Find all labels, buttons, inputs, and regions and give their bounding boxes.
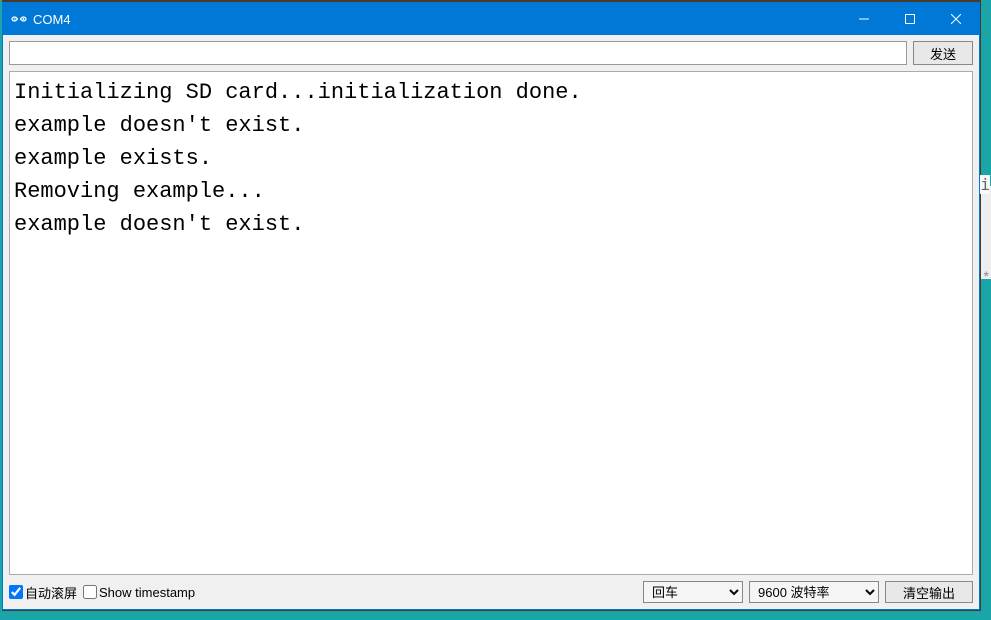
close-button[interactable]	[933, 3, 979, 35]
autoscroll-checkbox[interactable]	[9, 585, 23, 599]
timestamp-checkbox-wrap[interactable]: Show timestamp	[83, 585, 195, 600]
timestamp-label: Show timestamp	[99, 585, 195, 600]
serial-output[interactable]: Initializing SD card...initialization do…	[9, 71, 973, 575]
autoscroll-checkbox-wrap[interactable]: 自动滚屏	[9, 583, 77, 602]
background-char: i	[980, 175, 990, 194]
clear-output-button[interactable]: 清空输出	[885, 581, 973, 603]
titlebar: COM4	[3, 3, 979, 35]
baud-rate-select[interactable]: 9600 波特率	[749, 581, 879, 603]
minimize-button[interactable]	[841, 3, 887, 35]
background-right-strip: i *	[981, 0, 991, 620]
window-controls	[841, 3, 979, 35]
serial-input[interactable]	[9, 41, 907, 65]
window-title: COM4	[33, 12, 841, 27]
input-toolbar: 发送	[3, 35, 979, 71]
line-ending-select[interactable]: 回车	[643, 581, 743, 603]
timestamp-checkbox[interactable]	[83, 585, 97, 599]
arduino-icon	[11, 11, 27, 27]
bottom-toolbar: 自动滚屏 Show timestamp 回车 9600 波特率 清空输出	[3, 579, 979, 609]
autoscroll-label: 自动滚屏	[25, 583, 77, 602]
maximize-button[interactable]	[887, 3, 933, 35]
background-asterisk: *	[984, 268, 989, 284]
background-bottom-strip	[0, 611, 991, 620]
send-button[interactable]: 发送	[913, 41, 973, 65]
serial-monitor-window: COM4 发送 Initializing SD card...initializ…	[2, 2, 980, 610]
